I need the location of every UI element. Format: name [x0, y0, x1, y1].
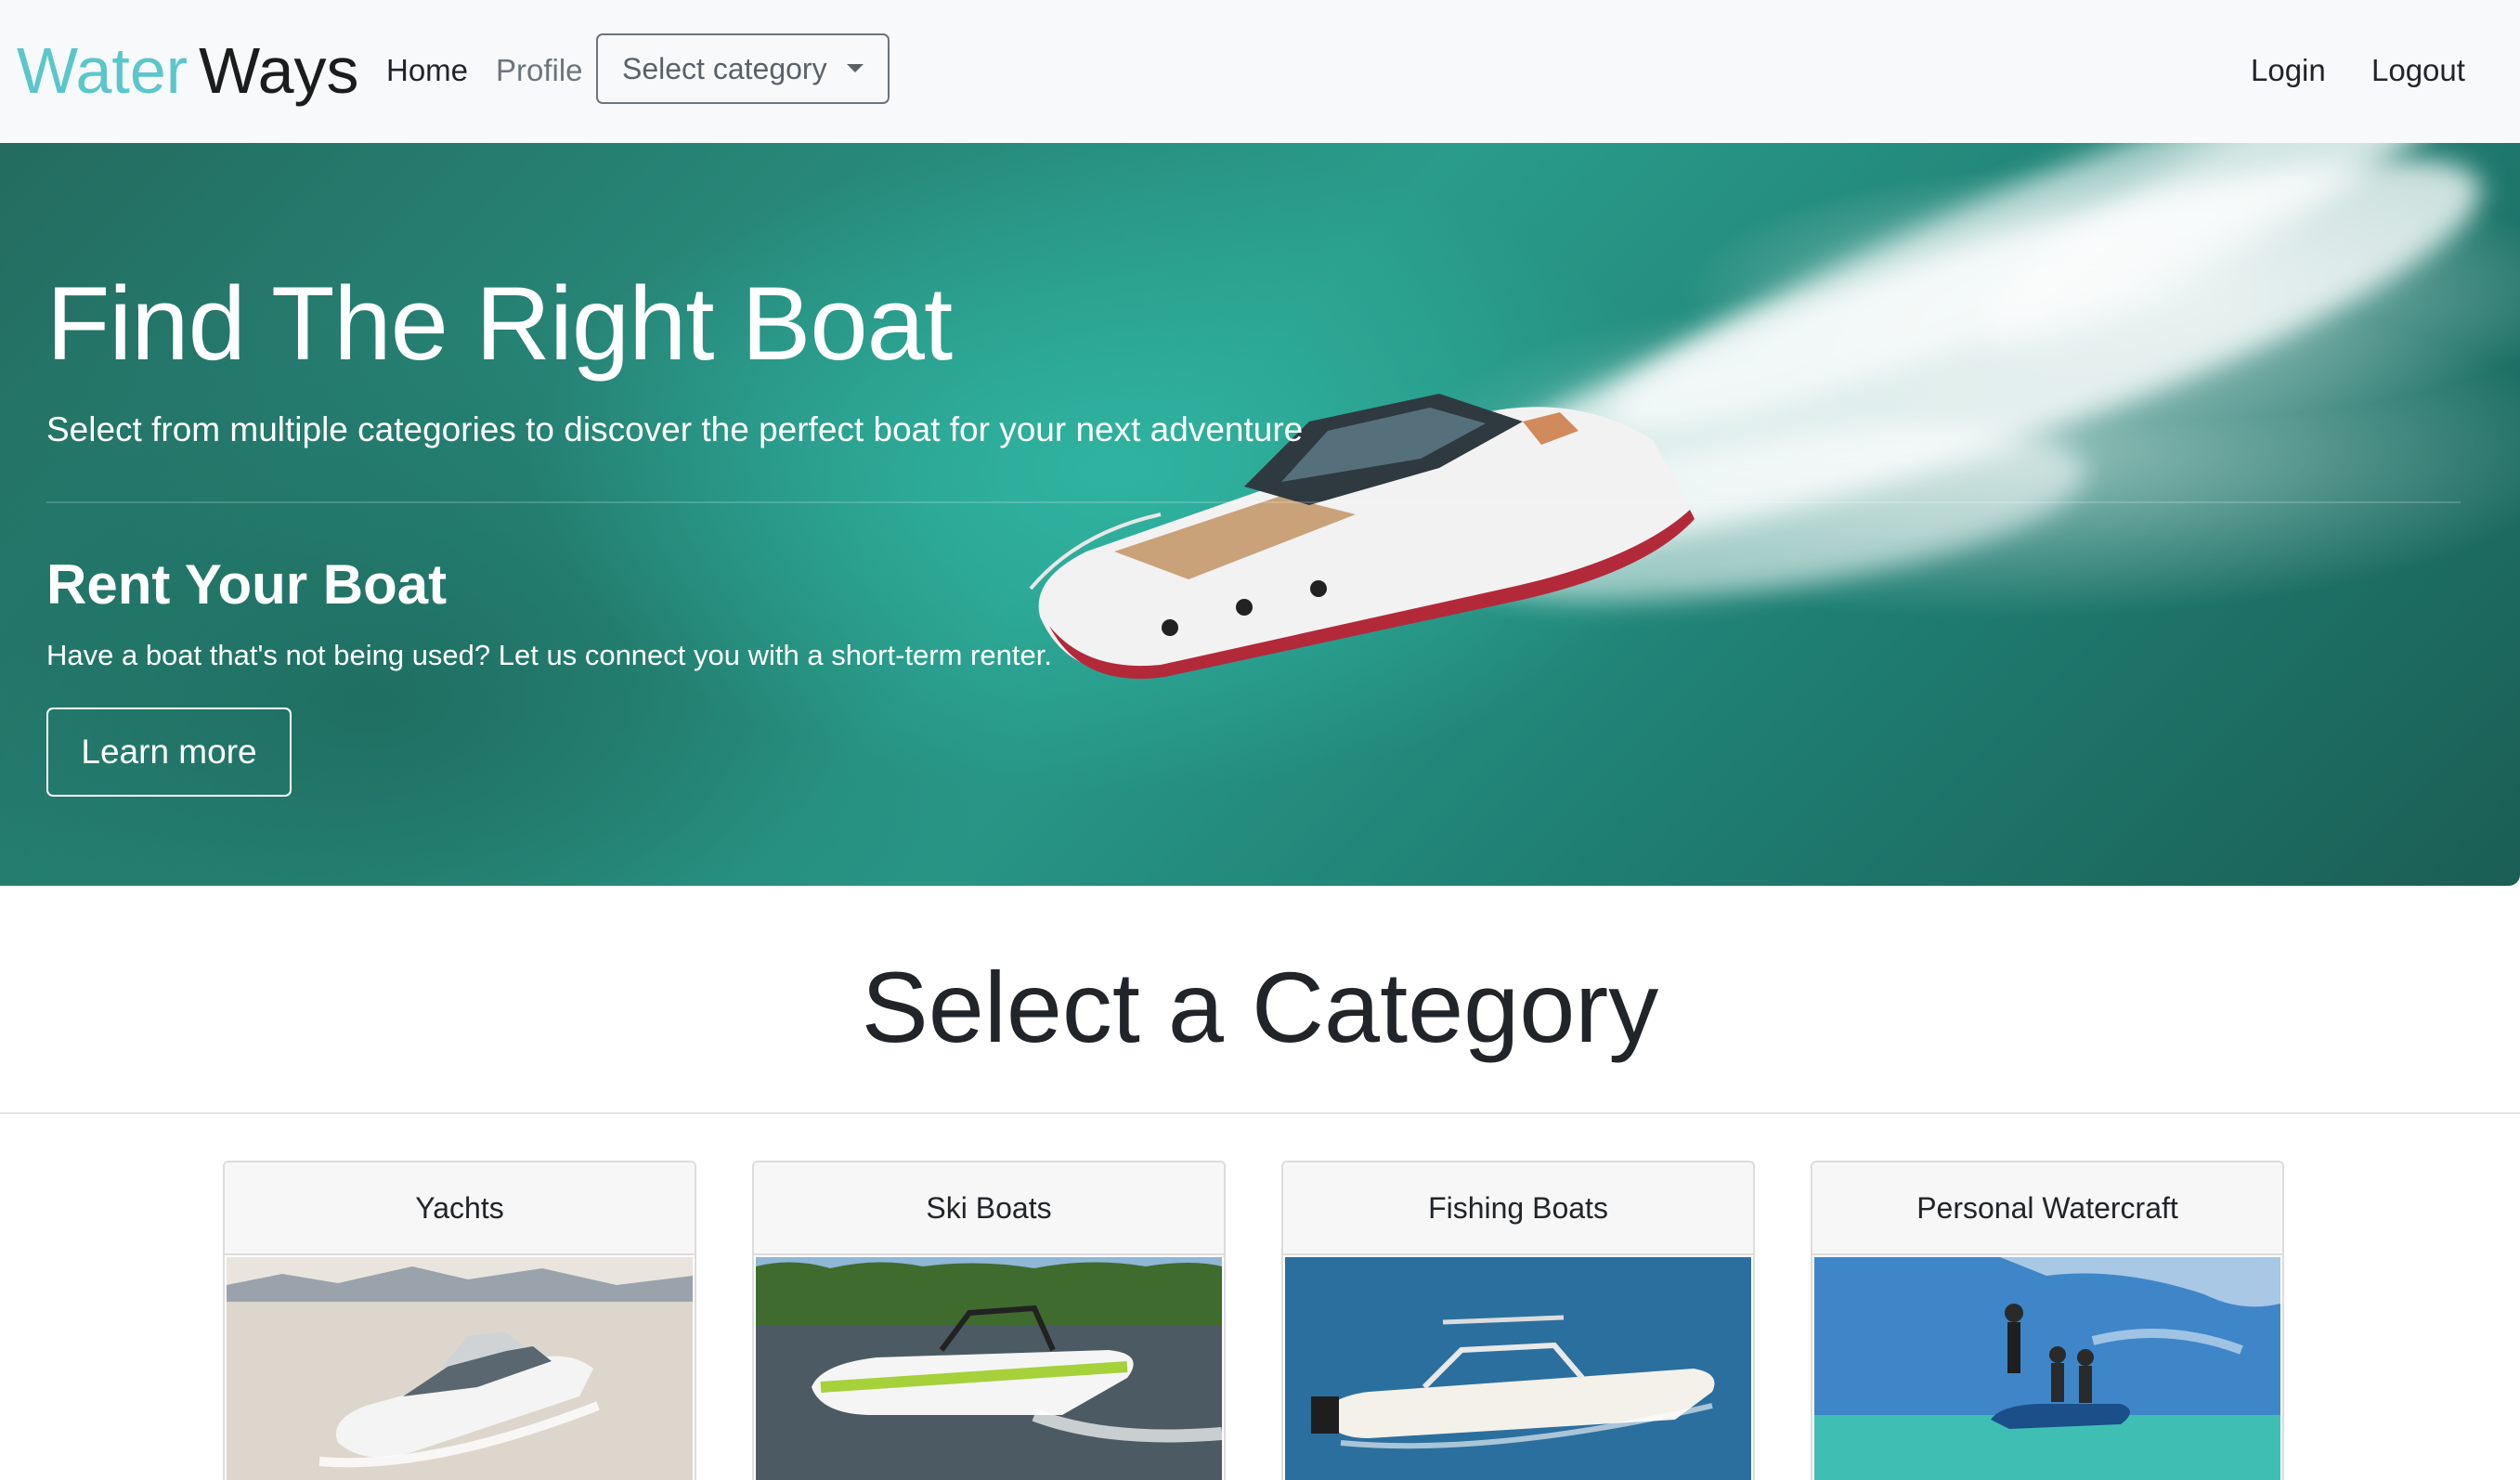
category-select-dropdown[interactable]: Select category	[596, 33, 890, 104]
category-card-personal-watercraft[interactable]: Personal Watercraft	[1811, 1161, 2284, 1480]
category-select-label: Select category	[622, 52, 827, 85]
card-title: Personal Watercraft	[1812, 1162, 2282, 1255]
chevron-down-icon	[847, 64, 864, 72]
section-title: Select a Category	[861, 951, 1659, 1063]
hero-divider	[46, 501, 2461, 503]
section-divider	[0, 1112, 2520, 1114]
hero-lead-text: Select from multiple categories to disco…	[46, 410, 1304, 448]
nav-home-link[interactable]: Home	[386, 52, 468, 89]
ski-boat-image	[756, 1257, 1222, 1480]
brand-water: Water	[17, 34, 188, 107]
hero-title: Find The Right Boat	[46, 266, 953, 382]
card-title: Yachts	[225, 1162, 695, 1255]
navbar: Water Ways Home Profile Select category L…	[0, 0, 2520, 143]
hero-description: Have a boat that's not being used? Let u…	[46, 639, 1052, 671]
yacht-image	[227, 1257, 693, 1480]
brand-ways: Ways	[199, 34, 359, 107]
hero-subtitle: Rent Your Boat	[46, 553, 448, 616]
learn-more-button[interactable]: Learn more	[46, 708, 292, 797]
category-card-yachts[interactable]: Yachts	[223, 1161, 696, 1480]
nav-profile-link[interactable]: Profile	[496, 52, 583, 89]
motor-boat-image	[1029, 394, 1695, 680]
category-card-ski-boats[interactable]: Ski Boats	[752, 1161, 1226, 1480]
nav-logout-link[interactable]: Logout	[2371, 52, 2465, 89]
hero-jumbotron: Find The Right Boat Select from multiple…	[0, 143, 2520, 886]
card-title: Ski Boats	[754, 1162, 1224, 1255]
brand-logo[interactable]: Water Ways	[17, 33, 359, 108]
category-card-fishing-boats[interactable]: Fishing Boats	[1281, 1161, 1755, 1480]
nav-login-link[interactable]: Login	[2251, 52, 2326, 89]
fishing-boat-image	[1285, 1257, 1751, 1480]
card-title: Fishing Boats	[1283, 1162, 1753, 1255]
personal-watercraft-image	[1814, 1257, 2280, 1480]
